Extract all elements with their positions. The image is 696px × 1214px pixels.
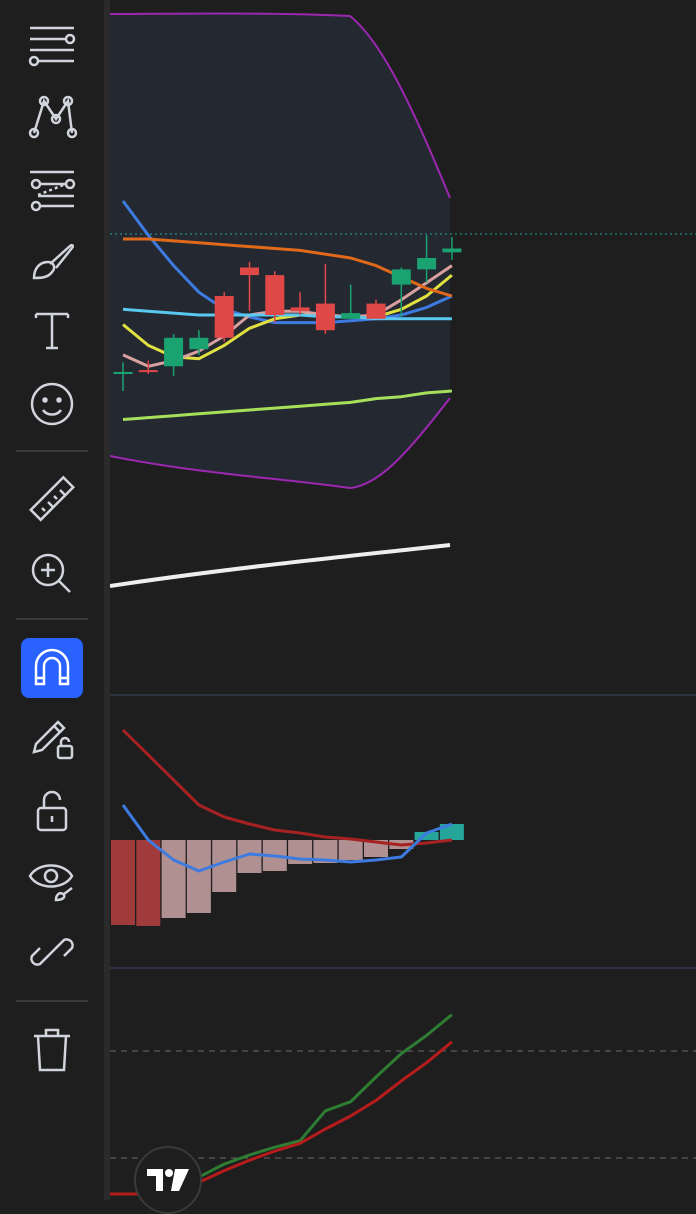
smiley-icon bbox=[30, 382, 74, 426]
candle-body bbox=[189, 337, 209, 350]
toolbar-separator bbox=[16, 1000, 88, 1002]
candle-body bbox=[341, 313, 361, 319]
candle-body bbox=[240, 267, 259, 276]
measure-button[interactable] bbox=[21, 470, 83, 530]
brush-tools-button[interactable] bbox=[21, 230, 83, 290]
remove-drawings-button[interactable] bbox=[21, 1020, 83, 1080]
candle-body bbox=[417, 258, 437, 270]
sync-drawings-button[interactable] bbox=[21, 922, 83, 982]
emoji-tools-button[interactable] bbox=[21, 372, 83, 432]
chart-canvas[interactable] bbox=[110, 0, 696, 1200]
zoom-in-icon bbox=[31, 553, 71, 593]
pattern-icon bbox=[28, 95, 78, 139]
candle-body bbox=[113, 372, 133, 374]
candle-body bbox=[442, 248, 462, 253]
text-tools-button[interactable] bbox=[21, 300, 83, 360]
hide-drawings-button[interactable] bbox=[21, 850, 83, 910]
lock-drawing-mode-button[interactable] bbox=[21, 708, 83, 768]
lock-all-drawings-button[interactable] bbox=[21, 780, 83, 840]
magnet-icon bbox=[34, 648, 70, 686]
brush-icon bbox=[32, 243, 75, 280]
magnet-mode-button[interactable] bbox=[21, 638, 83, 698]
unlock-icon bbox=[36, 790, 68, 832]
candle-body bbox=[138, 370, 158, 373]
histogram-bar bbox=[111, 840, 135, 925]
histogram-bar bbox=[338, 840, 363, 860]
pencil-lock-icon bbox=[32, 720, 74, 760]
toolbar-separator bbox=[16, 618, 88, 620]
trash-icon bbox=[34, 1028, 70, 1072]
trend-line-tools-button[interactable] bbox=[21, 85, 83, 145]
toolbar-separator bbox=[16, 450, 88, 452]
eye-brush-icon bbox=[28, 864, 74, 902]
candle-body bbox=[315, 303, 335, 331]
fib-lines-icon bbox=[30, 170, 76, 212]
crosshair-lines-icon bbox=[28, 26, 76, 67]
candle-body bbox=[265, 275, 285, 315]
link-icon bbox=[30, 938, 74, 966]
ruler-icon bbox=[29, 475, 75, 522]
tradingview-logo[interactable] bbox=[134, 1146, 202, 1214]
histogram-bar bbox=[136, 840, 161, 926]
candle-body bbox=[391, 269, 411, 285]
tv-logo-icon bbox=[147, 1169, 189, 1191]
histogram-bar bbox=[186, 840, 211, 913]
fib-tools-button[interactable] bbox=[21, 158, 83, 218]
candle-body bbox=[366, 303, 386, 319]
candle-body bbox=[214, 296, 234, 338]
text-icon bbox=[34, 312, 70, 350]
zoom-in-button[interactable] bbox=[21, 540, 83, 600]
cursor-tools-button[interactable] bbox=[21, 15, 83, 75]
candle-body bbox=[290, 307, 310, 312]
candle-body bbox=[164, 337, 184, 367]
